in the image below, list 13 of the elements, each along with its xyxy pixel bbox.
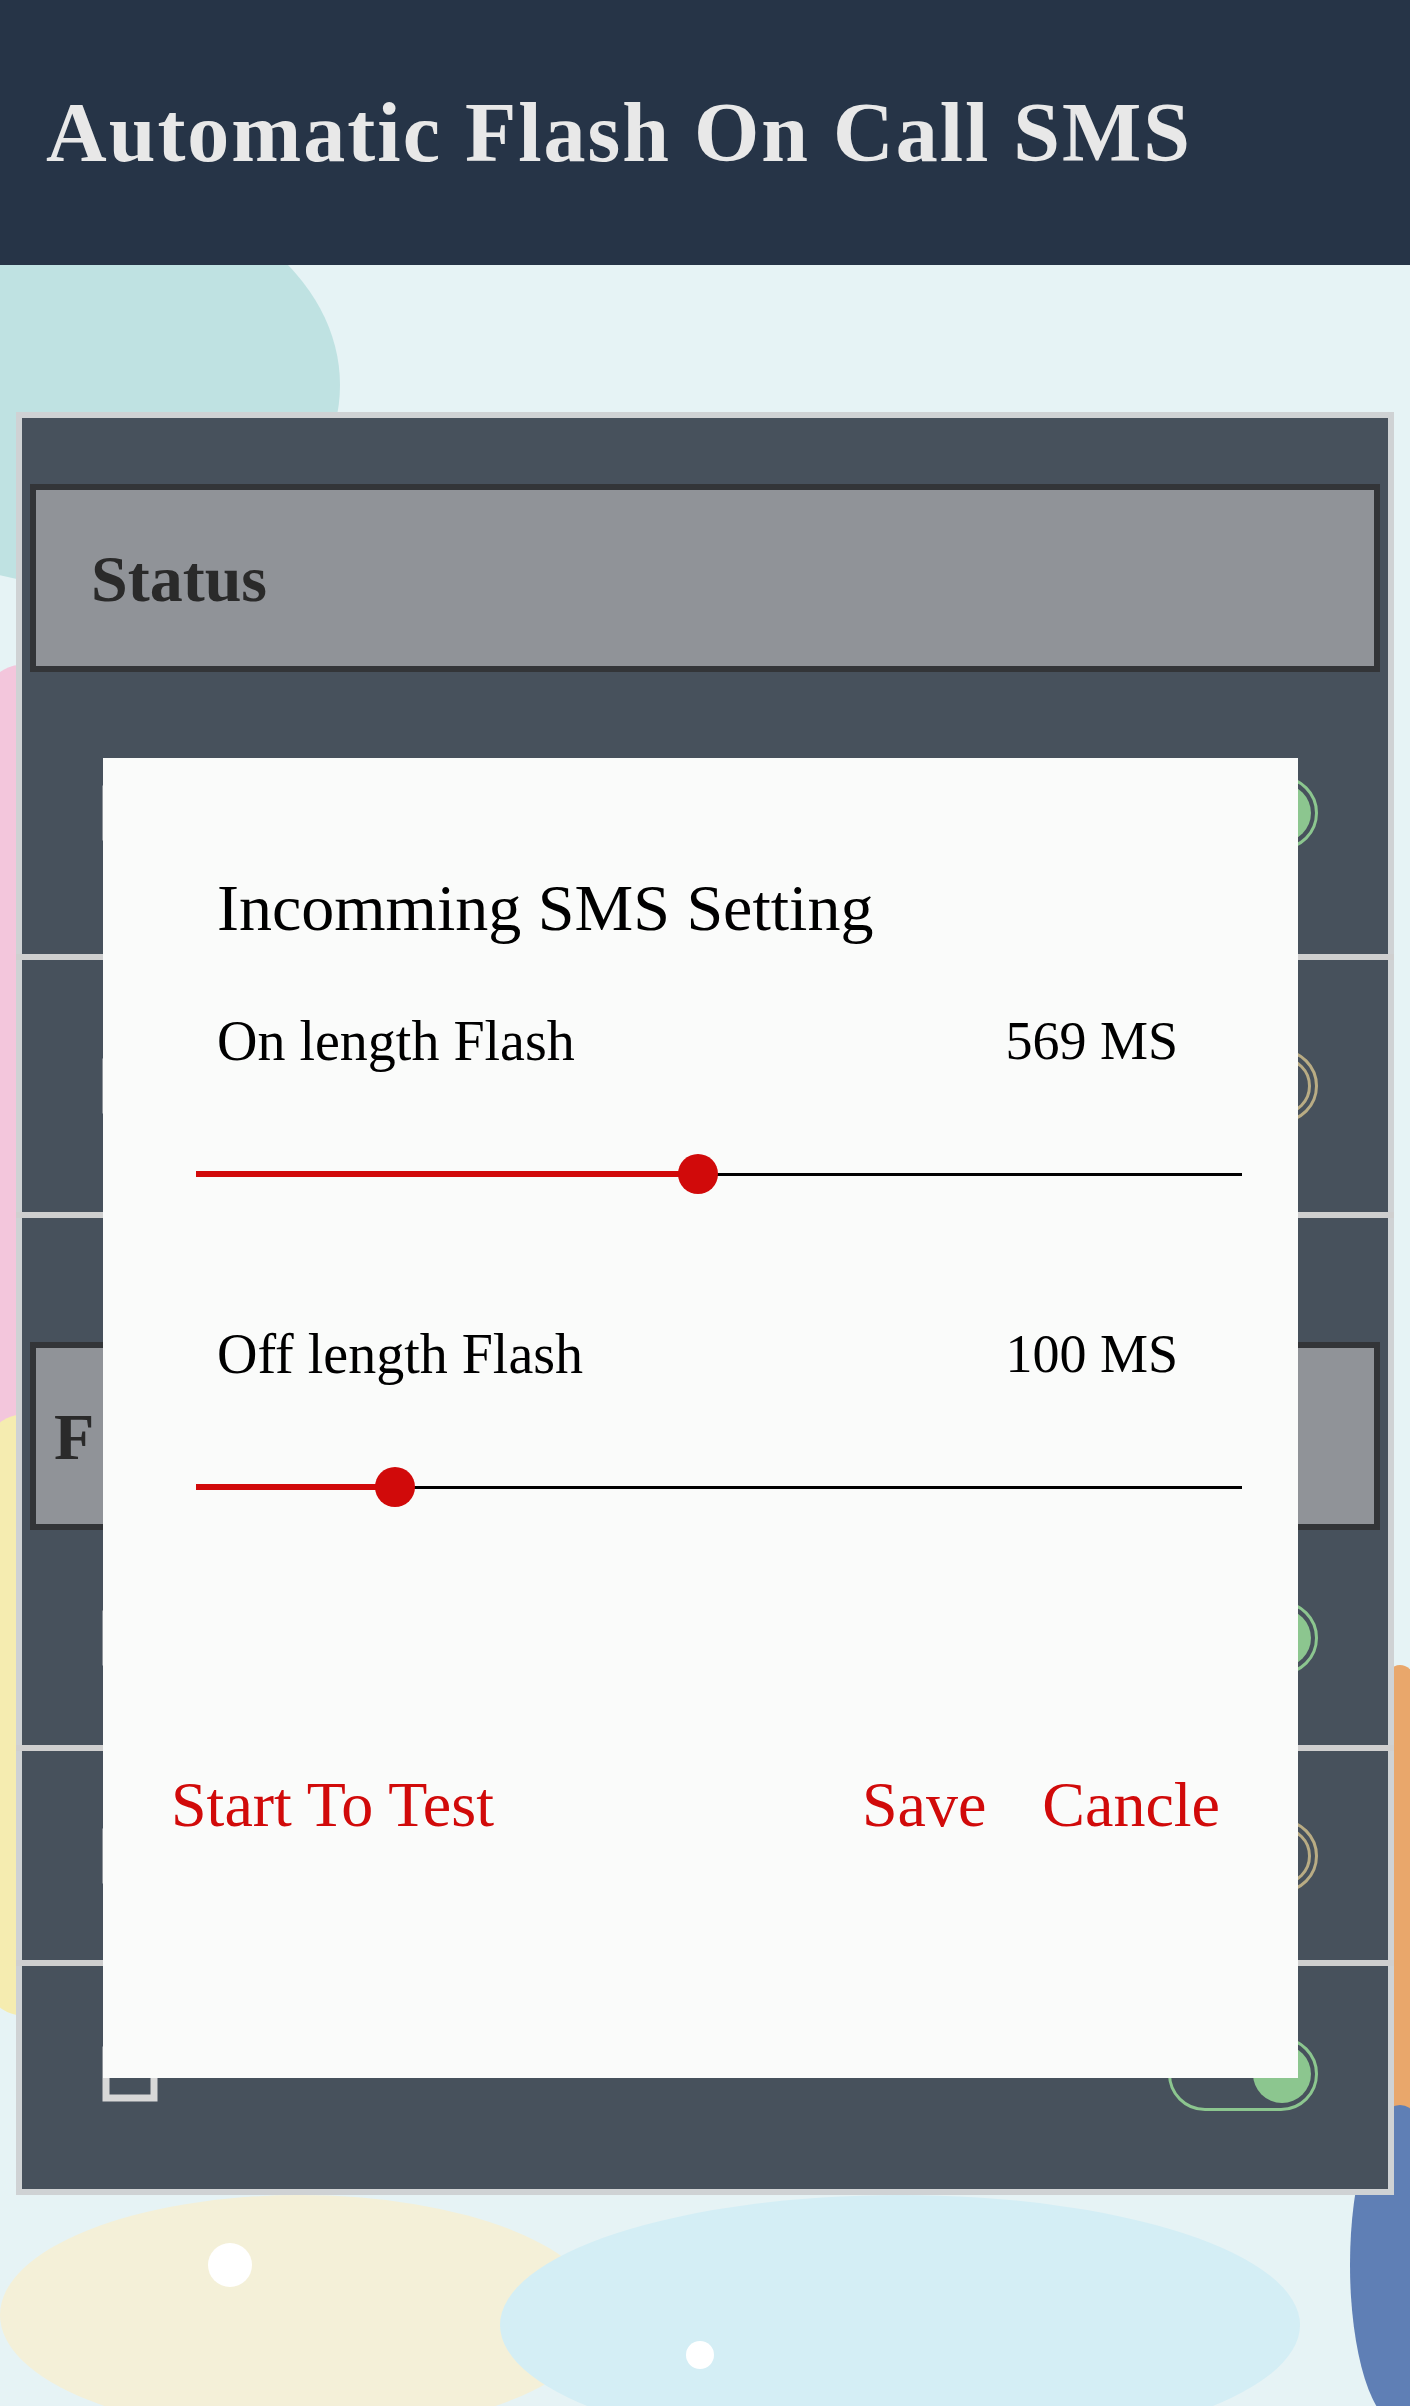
slider[interactable] bbox=[196, 1154, 1242, 1194]
slider[interactable] bbox=[196, 1467, 1242, 1507]
cancel-button[interactable]: Cancle bbox=[1034, 1757, 1228, 1853]
app-title: Automatic Flash On Call SMS bbox=[46, 84, 1193, 181]
slider-reading: 100 MS bbox=[1005, 1322, 1178, 1386]
slider-label: Off length Flash bbox=[217, 1322, 584, 1387]
slider-label: On length Flash bbox=[217, 1009, 575, 1074]
dialog-title: Incomming SMS Setting bbox=[217, 871, 874, 944]
section-title: Status bbox=[91, 540, 268, 617]
section-title: F bbox=[54, 1398, 95, 1475]
save-button[interactable]: Save bbox=[853, 1757, 995, 1853]
slider-reading: 569 MS bbox=[1005, 1009, 1178, 1073]
start-test-button[interactable]: Start To Test bbox=[163, 1757, 502, 1853]
